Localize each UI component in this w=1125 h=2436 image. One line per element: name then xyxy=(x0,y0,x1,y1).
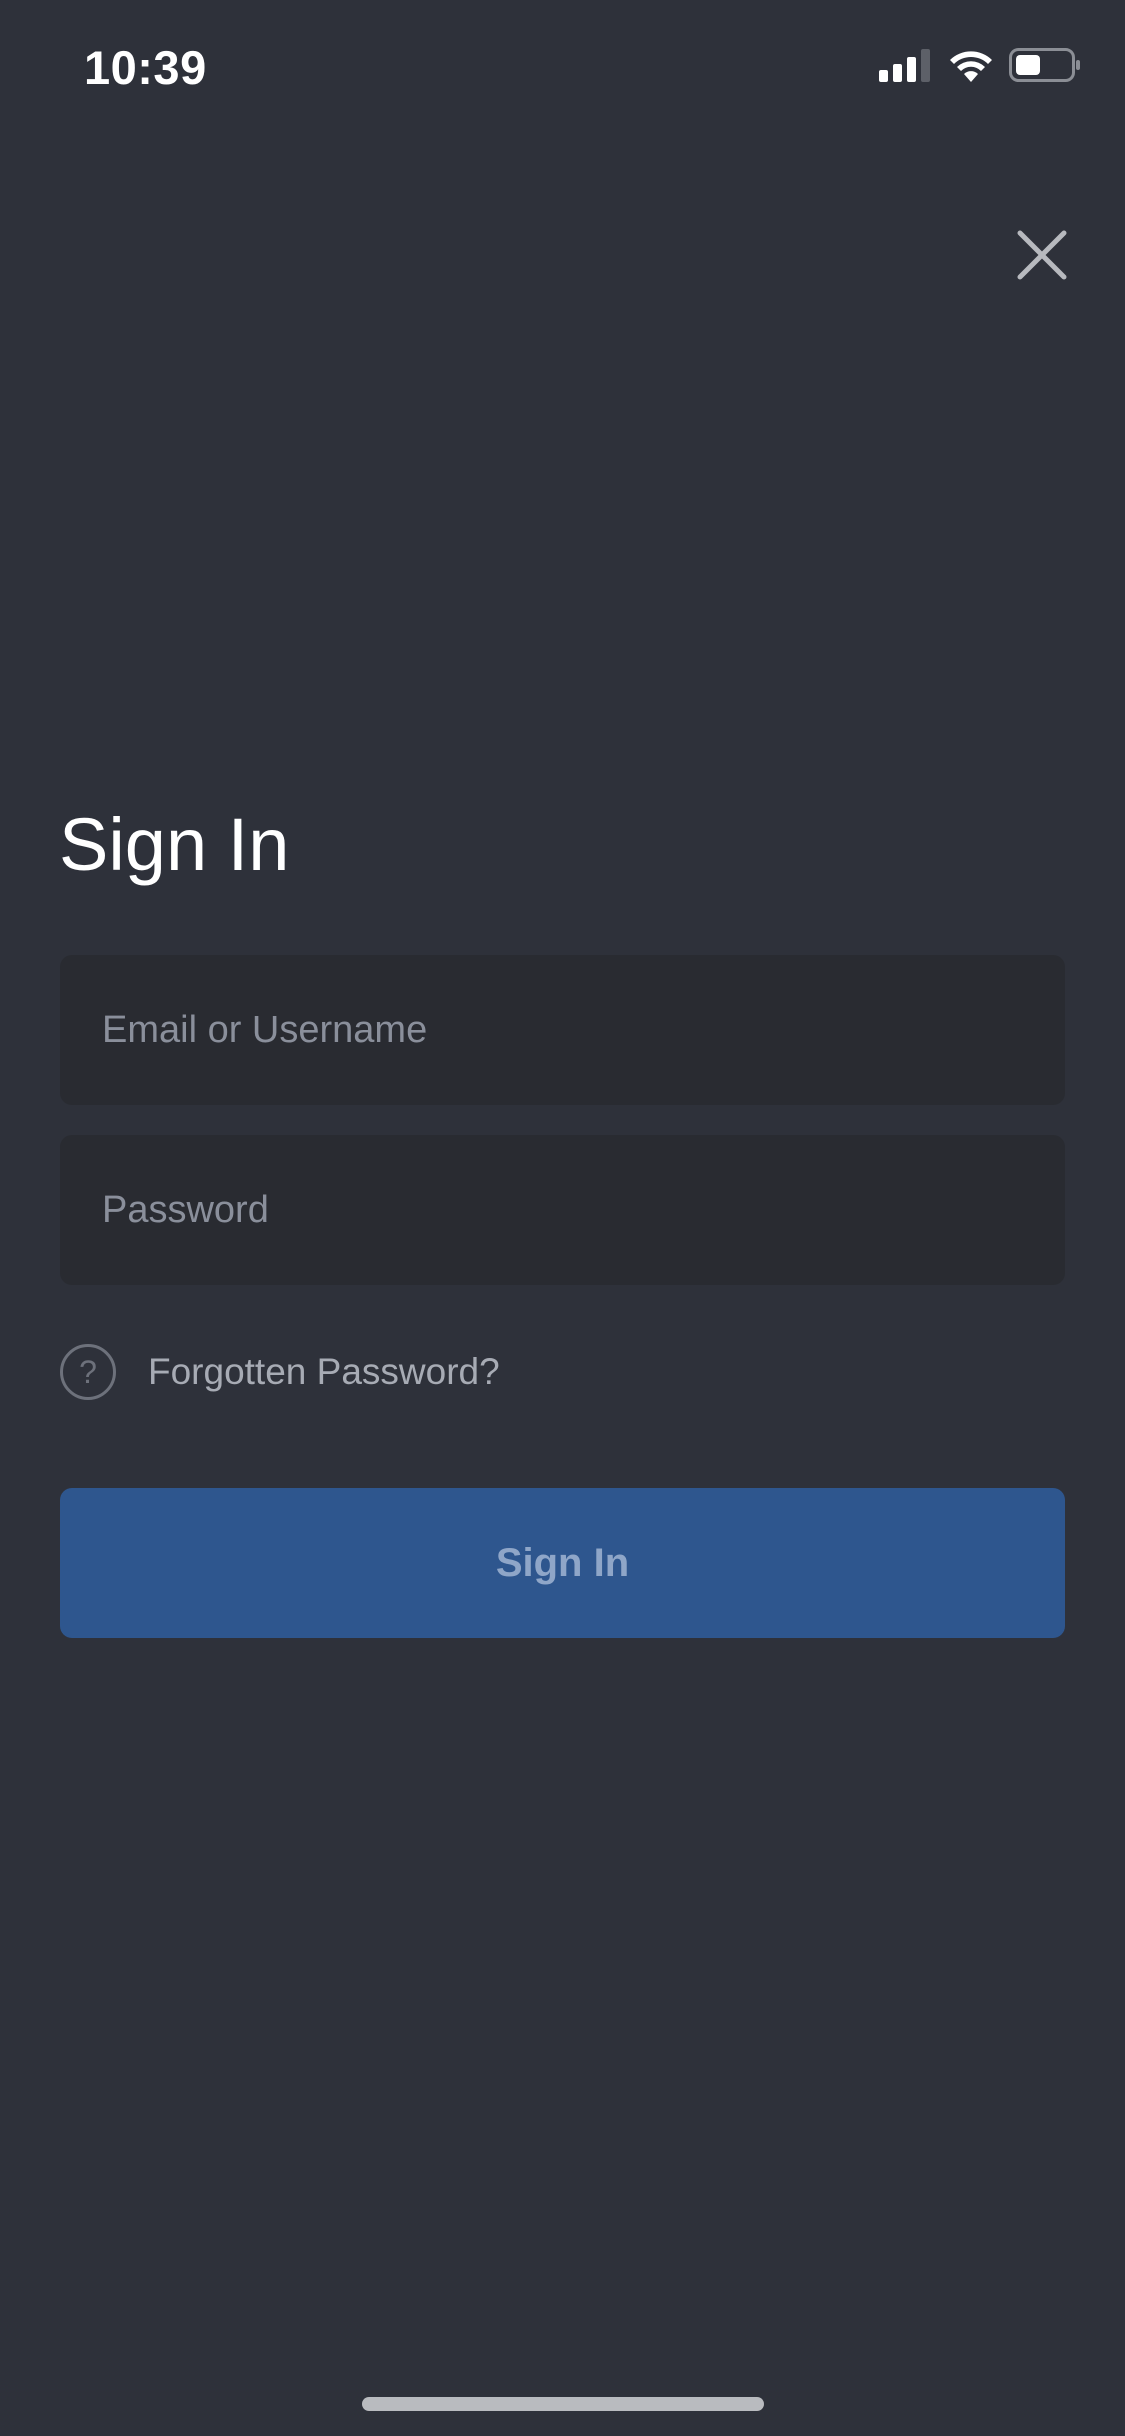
forgot-password-link[interactable]: ? Forgotten Password? xyxy=(60,1344,500,1400)
status-time: 10:39 xyxy=(84,41,207,94)
sign-in-button[interactable]: Sign In xyxy=(60,1488,1065,1638)
password-field[interactable] xyxy=(60,1135,1065,1285)
cellular-signal-icon xyxy=(879,49,930,82)
home-indicator[interactable] xyxy=(362,2397,764,2411)
page-title: Sign In xyxy=(59,803,290,886)
battery-icon xyxy=(1009,48,1080,82)
close-button[interactable] xyxy=(1016,229,1068,281)
forgot-password-label: Forgotten Password? xyxy=(148,1351,500,1392)
close-icon xyxy=(1017,230,1067,280)
wifi-icon xyxy=(950,51,992,82)
status-icons xyxy=(879,48,1081,82)
help-icon: ? xyxy=(60,1344,116,1400)
email-username-field[interactable] xyxy=(60,955,1065,1105)
sign-in-screen: 10:39 Sign In ? Forgotten Passwo xyxy=(0,0,1125,2436)
